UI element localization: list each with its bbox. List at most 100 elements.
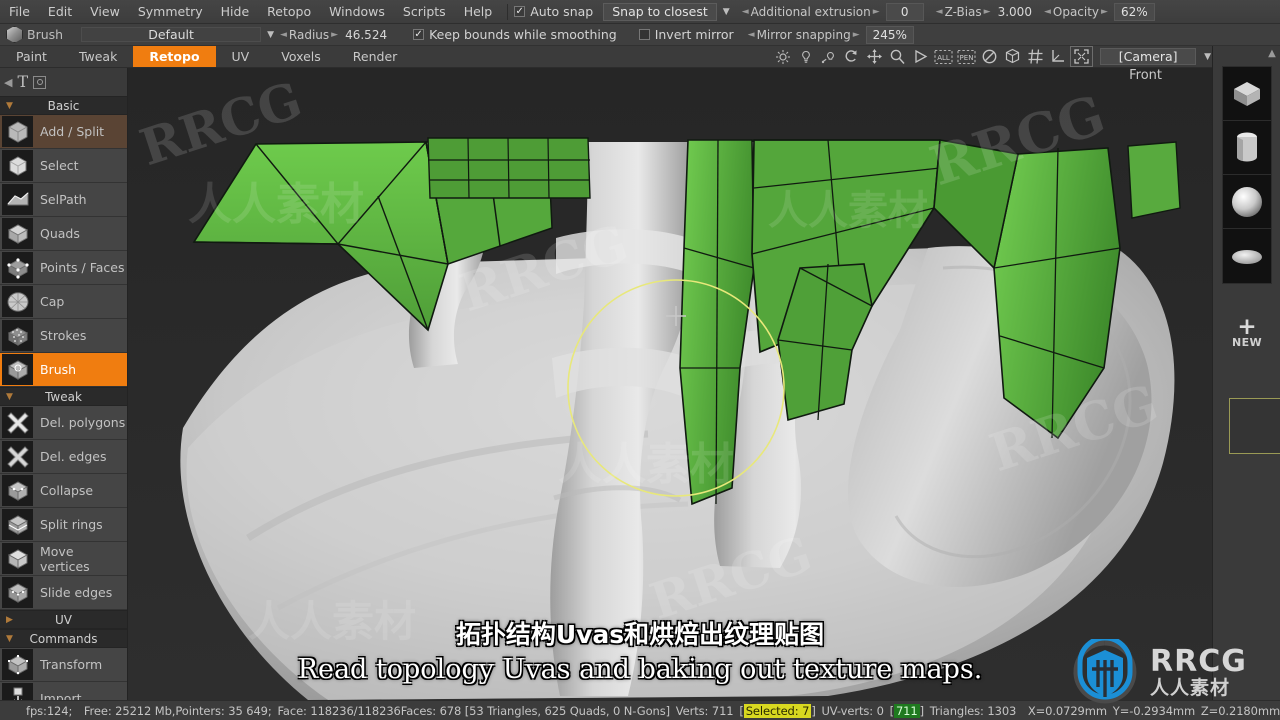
status-selected-badge: Selected: 7 xyxy=(743,703,812,718)
stepper-left-arrow-icon[interactable]: ◄ xyxy=(748,30,755,40)
sidebar-item-strokes[interactable]: Strokes xyxy=(0,319,127,353)
menu-item-windows[interactable]: Windows xyxy=(320,1,394,22)
sidebar-item-move-vertices[interactable]: Move vertices xyxy=(0,542,127,576)
sidebar-item-del-polygons[interactable]: Del. polygons xyxy=(0,406,127,440)
sidebar-item-label: Points / Faces xyxy=(40,260,125,275)
viewport-toolbar: ALL PEN [Camera] ▼ ▼ xyxy=(772,46,1280,67)
tab-uv[interactable]: UV xyxy=(216,46,266,67)
mirror-snapping-value[interactable]: 245% xyxy=(865,25,914,44)
group-header-tweak[interactable]: ▼ Tweak xyxy=(0,387,127,406)
additional-extrusion-label: Additional extrusion xyxy=(750,4,871,19)
move-icon[interactable] xyxy=(864,47,885,66)
menu-item-help[interactable]: Help xyxy=(455,1,502,22)
sidebar-item-label: Move vertices xyxy=(40,543,90,574)
zbias-value[interactable]: 3.000 xyxy=(998,5,1032,19)
sidebar-item-split-rings[interactable]: Split rings xyxy=(0,508,127,542)
logo-mark-icon xyxy=(1073,639,1137,704)
sidebar-item-slide-edges[interactable]: Slide edges xyxy=(0,576,127,610)
zoom-icon[interactable] xyxy=(887,47,908,66)
sidebar-item-select[interactable]: Select xyxy=(0,149,127,183)
zbias-stepper[interactable]: ◄ Z-Bias ► 3.000 xyxy=(936,5,1032,19)
menu-item-file[interactable]: File xyxy=(0,1,39,22)
additional-extrusion-stepper[interactable]: ◄ Additional extrusion ► 0 xyxy=(742,2,924,21)
material-cylinder-preview[interactable] xyxy=(1223,121,1271,175)
sidebar-item-label: Strokes xyxy=(40,328,87,343)
status-uv-verts: UV-verts: 0 xyxy=(821,703,884,718)
move-vertices-icon xyxy=(2,543,33,574)
light-sun-icon[interactable] xyxy=(772,47,793,66)
menu-item-hide[interactable]: Hide xyxy=(212,1,259,22)
menu-item-view[interactable]: View xyxy=(81,1,129,22)
stepper-right-arrow-icon[interactable]: ► xyxy=(1101,7,1108,17)
additional-extrusion-value[interactable]: 0 xyxy=(885,2,924,21)
panel-scroll-up-icon[interactable]: ▲ xyxy=(1266,48,1278,64)
new-material-button[interactable]: + NEW xyxy=(1222,308,1272,360)
sidebar-item-label: SelPath xyxy=(40,192,87,207)
stepper-right-arrow-icon[interactable]: ► xyxy=(984,7,991,17)
stepper-left-arrow-icon[interactable]: ◄ xyxy=(936,7,943,17)
tab-paint[interactable]: Paint xyxy=(0,46,63,67)
opacity-value[interactable]: 62% xyxy=(1113,2,1155,21)
sidebar-item-brush[interactable]: Brush xyxy=(0,353,127,387)
group-header-basic[interactable]: ▼ Basic xyxy=(0,96,127,115)
text-tool-icon[interactable]: T xyxy=(17,74,28,90)
stepper-left-arrow-icon[interactable]: ◄ xyxy=(280,30,287,40)
sidebar-item-quads[interactable]: Quads xyxy=(0,217,127,251)
sidebar-item-add-split[interactable]: Add / Split xyxy=(0,115,127,149)
axis-icon[interactable] xyxy=(1048,47,1069,66)
grid-icon[interactable] xyxy=(1025,47,1046,66)
brush-icon xyxy=(2,354,33,385)
chevron-down-icon[interactable]: ▼ xyxy=(261,30,280,40)
play-icon[interactable] xyxy=(910,47,931,66)
tab-render[interactable]: Render xyxy=(337,46,414,67)
opacity-stepper[interactable]: ◄ Opacity ► 62% xyxy=(1044,2,1155,21)
sidebar-item-collapse[interactable]: Collapse xyxy=(0,474,127,508)
fullscreen-icon[interactable] xyxy=(1070,46,1094,67)
mirror-snapping-stepper[interactable]: ◄ Mirror snapping ► 245% xyxy=(748,25,914,44)
sidebar-item-label: Slide edges xyxy=(40,585,113,600)
radius-stepper[interactable]: ◄ Radius ► 46.524 xyxy=(280,28,387,42)
stepper-right-arrow-icon[interactable]: ► xyxy=(873,7,880,17)
selected-slot-highlight[interactable] xyxy=(1229,398,1280,454)
sidebar-item-cap[interactable]: Cap xyxy=(0,285,127,319)
svg-text:ALL: ALL xyxy=(937,54,950,62)
bounding-box-icon[interactable] xyxy=(1002,47,1023,66)
menu-item-symmetry[interactable]: Symmetry xyxy=(129,1,212,22)
material-cube-preview[interactable] xyxy=(1223,67,1271,121)
tab-tweak[interactable]: Tweak xyxy=(63,46,133,67)
3d-viewport[interactable]: Front RRCG RRCG RRCG RRCG RRCG 人人素材 人人素材… xyxy=(128,68,1212,700)
sidebar-item-points-faces[interactable]: Points / Faces xyxy=(0,251,127,285)
stepper-right-arrow-icon[interactable]: ► xyxy=(853,30,860,40)
sidebar-item-label: Cap xyxy=(40,294,65,309)
material-disc-preview[interactable] xyxy=(1223,229,1271,283)
sidebar-item-del-edges[interactable]: Del. edges xyxy=(0,440,127,474)
menu-item-scripts[interactable]: Scripts xyxy=(394,1,455,22)
light-bulb-icon[interactable] xyxy=(795,47,816,66)
auto-snap-checkbox[interactable]: ✓ Auto snap xyxy=(514,4,593,19)
tab-retopo[interactable]: Retopo xyxy=(133,46,216,67)
material-sphere-preview[interactable] xyxy=(1223,175,1271,229)
stepper-left-arrow-icon[interactable]: ◄ xyxy=(1044,7,1051,17)
menu-item-edit[interactable]: Edit xyxy=(39,1,81,22)
rotate-icon[interactable] xyxy=(841,47,862,66)
no-symmetry-icon[interactable] xyxy=(979,47,1000,66)
back-arrow-icon[interactable]: ◀ xyxy=(4,76,12,89)
brush-preset-select[interactable]: Default xyxy=(81,27,262,42)
snap-mode-select[interactable]: Snap to closest xyxy=(603,2,717,21)
all-icon[interactable]: ALL xyxy=(933,47,954,66)
shape-tool-icon[interactable] xyxy=(33,75,47,89)
chevron-down-icon[interactable]: ▼ xyxy=(717,7,736,17)
menu-item-retopo[interactable]: Retopo xyxy=(258,1,320,22)
sidebar-item-selpath[interactable]: SelPath xyxy=(0,183,127,217)
invert-mirror-checkbox[interactable]: Invert mirror xyxy=(638,27,734,42)
camera-select[interactable]: [Camera] xyxy=(1100,48,1197,65)
tab-voxels[interactable]: Voxels xyxy=(265,46,337,67)
stepper-right-arrow-icon[interactable]: ► xyxy=(331,30,338,40)
viewport-canvas xyxy=(128,68,1212,700)
stepper-left-arrow-icon[interactable]: ◄ xyxy=(742,7,749,17)
light-spot-icon[interactable] xyxy=(818,47,839,66)
brush-options-bar: Brush Default ▼ ◄ Radius ► 46.524 ✓ Keep… xyxy=(0,24,1280,46)
keep-bounds-checkbox[interactable]: ✓ Keep bounds while smoothing xyxy=(413,27,617,42)
pen-icon[interactable]: PEN xyxy=(956,47,977,66)
radius-value[interactable]: 46.524 xyxy=(345,28,387,42)
